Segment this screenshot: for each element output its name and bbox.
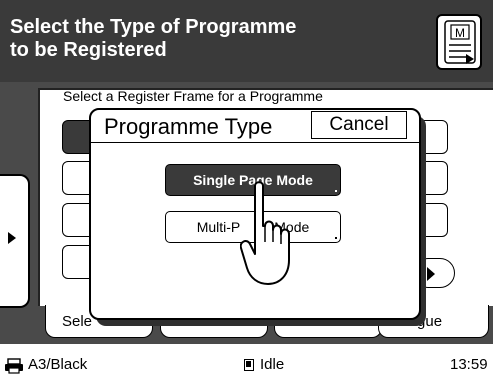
tab-select-label: Sele xyxy=(62,313,93,330)
memo-button[interactable]: M xyxy=(436,14,482,70)
multi-page-mode-label: Multi-P xyxy=(196,219,241,235)
mono-color-icon xyxy=(244,359,254,371)
printer-icon xyxy=(5,358,23,374)
title-bar: Select the Type of Programme to be Regis… xyxy=(0,0,493,82)
clock: 13:59 xyxy=(450,356,488,373)
pointing-hand-icon xyxy=(240,181,290,285)
panel-caption: Select a Register Frame for a Programme xyxy=(63,88,323,104)
machine-state: Idle xyxy=(260,356,285,373)
screen-title-line-2: to be Registered xyxy=(10,39,167,61)
dialog-title: Programme Type xyxy=(104,114,273,139)
button-corner-dot xyxy=(335,190,337,192)
status-bar: A3/Black Idle 13:59 xyxy=(0,344,493,374)
button-corner-dot xyxy=(335,237,337,239)
screen-title: Select the Type of Programme to be Regis… xyxy=(10,16,410,62)
svg-text:M: M xyxy=(455,26,465,40)
paper-size-status: A3/Black xyxy=(28,356,88,373)
screen-title-line-1: Select the Type of Programme xyxy=(10,16,297,38)
memo-m-icon: M xyxy=(444,20,476,64)
dialog-divider xyxy=(89,142,421,143)
cancel-button[interactable]: Cancel xyxy=(311,111,407,139)
side-panel-tab[interactable] xyxy=(0,174,30,308)
